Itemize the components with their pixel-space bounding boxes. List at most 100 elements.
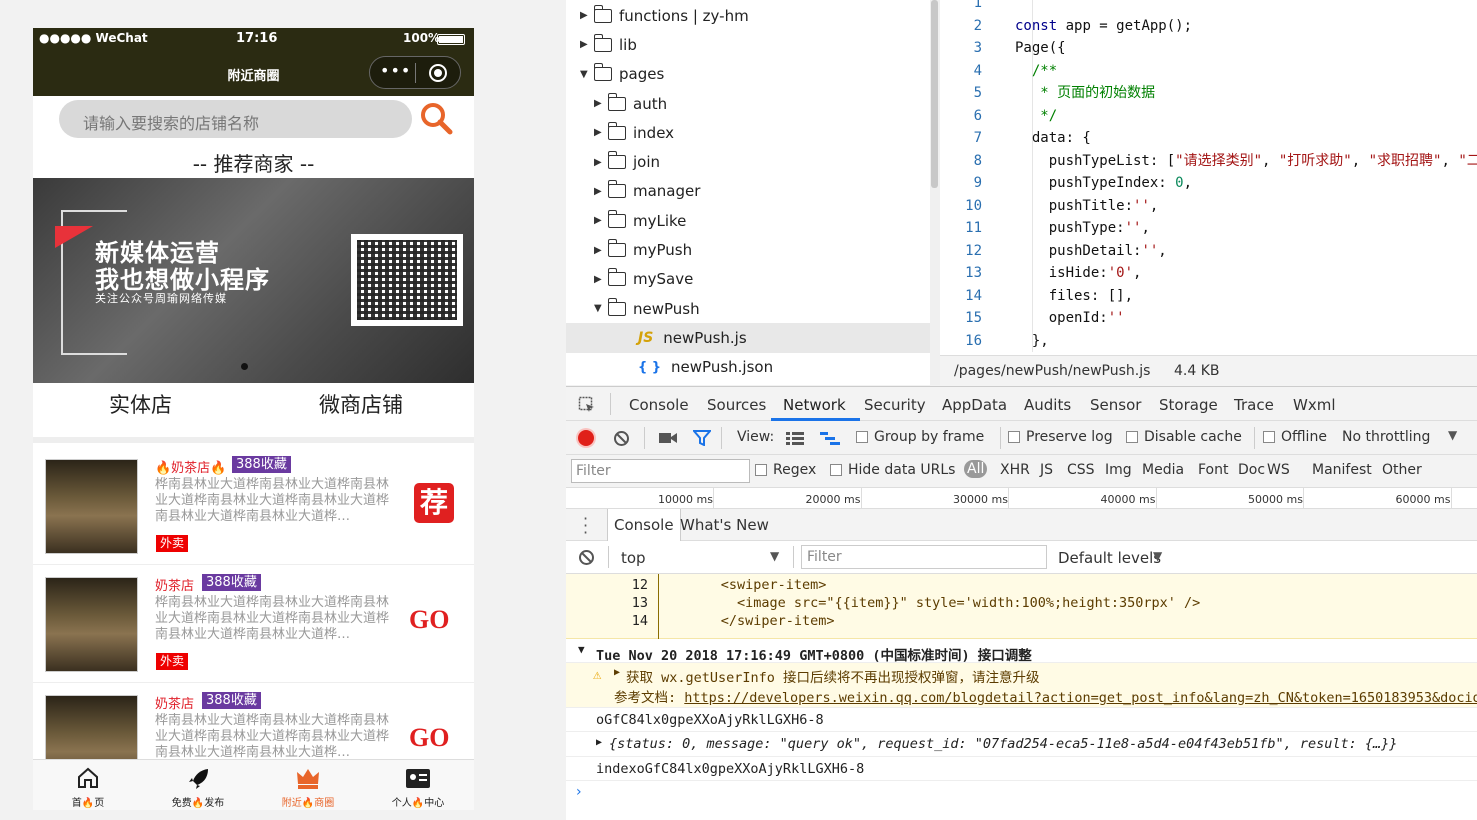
caret-right-icon[interactable]: ▶ <box>594 215 608 226</box>
more-icon[interactable]: ••• <box>380 61 411 80</box>
drawer-menu-icon[interactable]: · · · <box>583 511 588 541</box>
levels-select[interactable]: Default levels <box>1058 549 1161 567</box>
video-camera-icon[interactable] <box>658 431 678 445</box>
chevron-down-icon[interactable]: ▼ <box>1448 428 1457 442</box>
devtools-tab-sensor[interactable]: Sensor <box>1090 396 1141 414</box>
devtools-tab-security[interactable]: Security <box>864 396 926 414</box>
chevron-down-icon[interactable]: ▼ <box>1153 549 1162 563</box>
banner-swiper[interactable]: 新媒体运营 我也想做小程序 关注公众号周瑜网络传媒 <box>33 178 474 383</box>
search-input[interactable]: 请输入要搜索的店铺名称 <box>59 100 412 138</box>
waterfall-view-icon[interactable] <box>820 432 840 445</box>
tabbar-profile[interactable]: 个人🔥中心 <box>363 760 473 810</box>
preserve-log-checkbox[interactable] <box>1008 431 1020 443</box>
tree-item[interactable]: ▶ manager <box>566 177 930 206</box>
drawer-tab-whats-new[interactable]: What's New <box>680 516 769 534</box>
devtools-tab-wxml[interactable]: Wxml <box>1293 396 1336 414</box>
devtools-tab-storage[interactable]: Storage <box>1159 396 1218 414</box>
record-icon[interactable] <box>578 430 594 446</box>
console-prompt-icon[interactable]: › <box>576 784 582 800</box>
log-object[interactable]: ▶ {status: 0, message: "query ok", reque… <box>566 732 1477 757</box>
tree-item[interactable]: ▼ pages <box>566 60 930 89</box>
type-filter-css[interactable]: CSS <box>1067 462 1095 478</box>
clear-console-icon[interactable] <box>578 549 595 566</box>
tree-item[interactable]: ▶ lib <box>566 30 930 59</box>
expand-triangle-icon[interactable]: ▶ <box>614 667 620 678</box>
chevron-down-icon[interactable]: ▼ <box>770 549 779 563</box>
offline-option[interactable]: Offline <box>1263 429 1327 445</box>
tree-item[interactable]: { } newPush.json <box>566 353 930 382</box>
caret-right-icon[interactable]: ▶ <box>594 274 608 285</box>
caret-right-icon[interactable]: ▶ <box>580 10 594 21</box>
tabbar-publish[interactable]: 免费🔥发布 <box>143 760 253 810</box>
network-filter-input[interactable]: Filter <box>571 459 750 483</box>
console-filter-input[interactable]: Filter <box>801 545 1047 569</box>
context-select[interactable]: top <box>621 549 646 567</box>
tabbar-nearby[interactable]: 附近🔥商圈 <box>253 760 363 810</box>
group-by-frame-checkbox[interactable] <box>856 431 868 443</box>
list-view-icon[interactable] <box>786 432 804 445</box>
tree-item[interactable]: ▶ mySave <box>566 265 930 294</box>
hide-data-urls-checkbox[interactable] <box>830 464 842 476</box>
tree-item[interactable]: ▶ myPush <box>566 235 930 264</box>
caret-right-icon[interactable]: ▶ <box>594 98 608 109</box>
disable-cache-checkbox[interactable] <box>1126 431 1138 443</box>
caret-right-icon[interactable]: ▶ <box>594 186 608 197</box>
type-filter-other[interactable]: Other <box>1382 462 1422 478</box>
disable-cache-option[interactable]: Disable cache <box>1126 429 1242 445</box>
caret-down-icon[interactable]: ▼ <box>594 303 608 314</box>
tree-item[interactable]: ▶ join <box>566 147 930 176</box>
search-icon[interactable] <box>419 101 453 135</box>
group-by-frame-option[interactable]: Group by frame <box>856 429 984 445</box>
devtools-tab-network[interactable]: Network <box>783 396 846 414</box>
devtools-tab-sources[interactable]: Sources <box>707 396 766 414</box>
offline-checkbox[interactable] <box>1263 431 1275 443</box>
clear-icon[interactable] <box>613 430 630 447</box>
devtools-tab-audits[interactable]: Audits <box>1024 396 1071 414</box>
tab-micro-store[interactable]: 微商店铺 <box>319 389 403 419</box>
collapse-triangle-icon[interactable]: ▼ <box>578 643 585 656</box>
tree-item[interactable]: ▶ auth <box>566 89 930 118</box>
code-text[interactable]: const app = getApp(); Page({ /** * 页面的初始… <box>1015 0 1477 355</box>
throttling-select[interactable]: No throttling <box>1342 429 1430 445</box>
caret-right-icon[interactable]: ▶ <box>594 127 608 138</box>
caret-right-icon[interactable]: ▶ <box>580 39 594 50</box>
devtools-tab-appdata[interactable]: AppData <box>942 396 1007 414</box>
tab-physical-store[interactable]: 实体店 <box>109 389 172 419</box>
preserve-log-option[interactable]: Preserve log <box>1008 429 1113 445</box>
tree-item[interactable]: ▶ index <box>566 118 930 147</box>
type-filter-ws[interactable]: WS <box>1267 462 1290 478</box>
close-circle-icon[interactable] <box>429 64 447 82</box>
list-item[interactable]: 🔥奶茶店🔥 388收藏 桦南县林业大道桦南县林业大道桦南县林业大道桦南县林业大道… <box>33 447 474 565</box>
code-editor[interactable]: 1 2 3 4 5 6 7 8 9 10 11 12 13 14 15 16 const app = getA… <box>940 0 1477 355</box>
list-item[interactable]: 奶茶店 388收藏 桦南县林业大道桦南县林业大道桦南县林业大道桦南县林业大道桦南… <box>33 565 474 683</box>
inspect-icon[interactable] <box>578 396 596 414</box>
tree-item[interactable]: JS newPush.js <box>566 323 930 353</box>
hide-data-urls-option[interactable]: Hide data URLs <box>830 462 955 478</box>
go-mark-icon[interactable]: GO <box>409 605 449 635</box>
doc-link[interactable]: https://developers.weixin.qq.com/blogdet… <box>684 690 1477 706</box>
network-timeline[interactable]: 10000 ms 20000 ms 30000 ms 40000 ms 50000 ms… <box>566 488 1477 509</box>
tree-item[interactable]: ▶ myLike <box>566 206 930 235</box>
type-filter-font[interactable]: Font <box>1198 462 1228 478</box>
type-filter-js[interactable]: JS <box>1040 462 1053 478</box>
swiper-dot[interactable] <box>241 363 248 370</box>
type-filter-media[interactable]: Media <box>1142 462 1184 478</box>
type-filter-all[interactable]: All <box>964 460 988 478</box>
tree-scrollbar-thumb[interactable] <box>931 0 938 188</box>
type-filter-doc[interactable]: Doc <box>1238 462 1265 478</box>
type-filter-xhr[interactable]: XHR <box>1000 462 1030 478</box>
expand-triangle-icon[interactable]: ▶ <box>596 737 602 748</box>
filter-funnel-icon[interactable] <box>693 430 711 446</box>
tabbar-home[interactable]: 首🔥页 <box>33 760 143 810</box>
regex-checkbox[interactable] <box>755 464 767 476</box>
drawer-tab-console[interactable]: Console <box>607 509 681 541</box>
type-filter-manifest[interactable]: Manifest <box>1312 462 1372 478</box>
devtools-tab-trace[interactable]: Trace <box>1234 396 1274 414</box>
tree-item[interactable]: ▼ newPush <box>566 294 930 323</box>
caret-right-icon[interactable]: ▶ <box>594 245 608 256</box>
type-filter-img[interactable]: Img <box>1105 462 1132 478</box>
caret-right-icon[interactable]: ▶ <box>594 157 608 168</box>
regex-option[interactable]: Regex <box>755 462 816 478</box>
devtools-tab-console[interactable]: Console <box>629 396 689 414</box>
tree-item[interactable]: ▶ functions | zy-hm <box>566 1 930 30</box>
